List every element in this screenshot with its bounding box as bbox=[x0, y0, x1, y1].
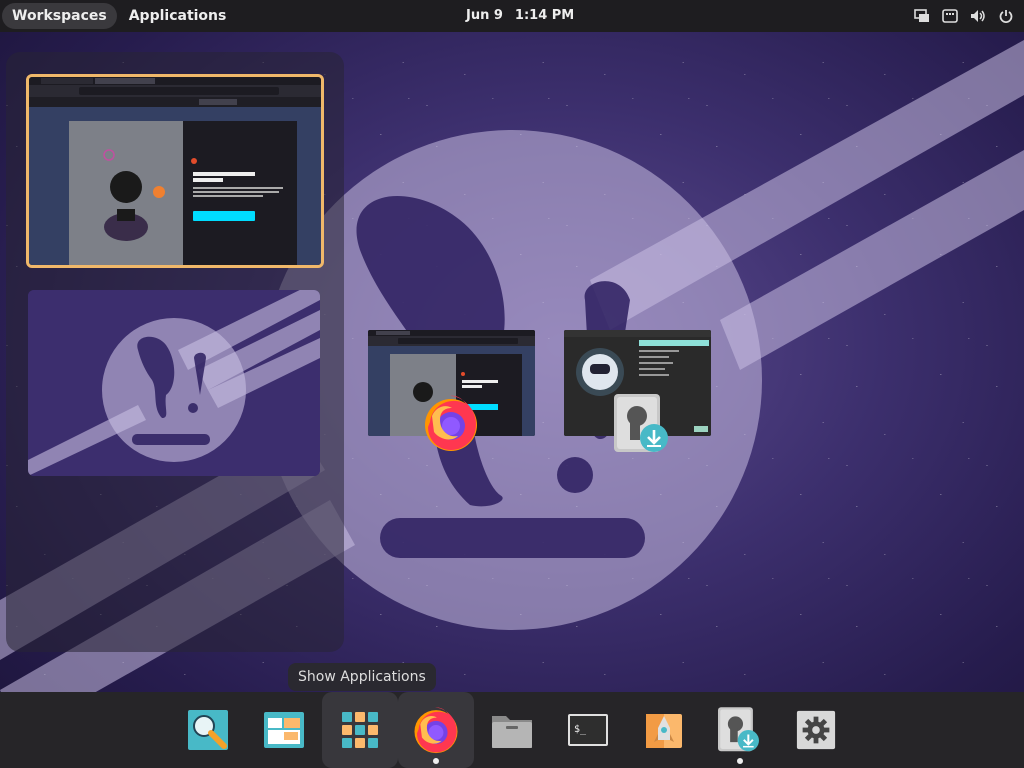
display-icon[interactable] bbox=[914, 8, 930, 24]
system-tray[interactable] bbox=[914, 0, 1014, 32]
dock-search-app[interactable] bbox=[170, 692, 246, 768]
running-indicator bbox=[737, 758, 743, 764]
files-icon bbox=[492, 716, 532, 748]
dock: $_ bbox=[0, 692, 1024, 768]
firefox-icon bbox=[422, 394, 480, 456]
settings-icon bbox=[796, 710, 836, 750]
dock-terminal[interactable]: $_ bbox=[550, 692, 626, 768]
dock-show-applications[interactable] bbox=[322, 692, 398, 768]
power-icon[interactable] bbox=[998, 8, 1014, 24]
installer-icon bbox=[718, 707, 759, 752]
time-label: 1:14 PM bbox=[514, 8, 575, 23]
installer-icon bbox=[614, 394, 672, 458]
firefox-window-thumbnail bbox=[29, 77, 321, 265]
terminal-icon: $_ bbox=[568, 714, 608, 746]
keyboard-icon[interactable] bbox=[942, 8, 958, 24]
shop-icon bbox=[646, 714, 682, 748]
workspaces-button[interactable]: Workspaces bbox=[2, 3, 117, 29]
dock-files[interactable] bbox=[474, 692, 550, 768]
applications-button[interactable]: Applications bbox=[119, 3, 237, 29]
dock-settings[interactable] bbox=[778, 692, 854, 768]
launcher-app-icon bbox=[264, 712, 304, 748]
workspace-2-thumbnail[interactable] bbox=[28, 290, 320, 476]
clock[interactable]: Jun 9 1:14 PM bbox=[466, 0, 586, 32]
workspace-2-wallpaper bbox=[28, 290, 320, 476]
top-bar: Workspaces Applications Jun 9 1:14 PM bbox=[0, 0, 1024, 32]
terminal-glyph: $_ bbox=[574, 724, 587, 735]
dock-launcher-app[interactable] bbox=[246, 692, 322, 768]
running-indicator bbox=[433, 758, 439, 764]
dock-installer[interactable] bbox=[702, 692, 778, 768]
show-applications-icon bbox=[342, 712, 378, 748]
firefox-icon bbox=[414, 707, 458, 754]
dock-shop[interactable] bbox=[626, 692, 702, 768]
show-applications-tooltip: Show Applications bbox=[288, 663, 436, 691]
search-app-icon bbox=[188, 710, 228, 750]
date-label: Jun 9 bbox=[466, 8, 503, 23]
dock-firefox[interactable] bbox=[398, 692, 474, 768]
volume-icon[interactable] bbox=[970, 8, 986, 24]
workspace-1-thumbnail[interactable] bbox=[26, 74, 324, 268]
